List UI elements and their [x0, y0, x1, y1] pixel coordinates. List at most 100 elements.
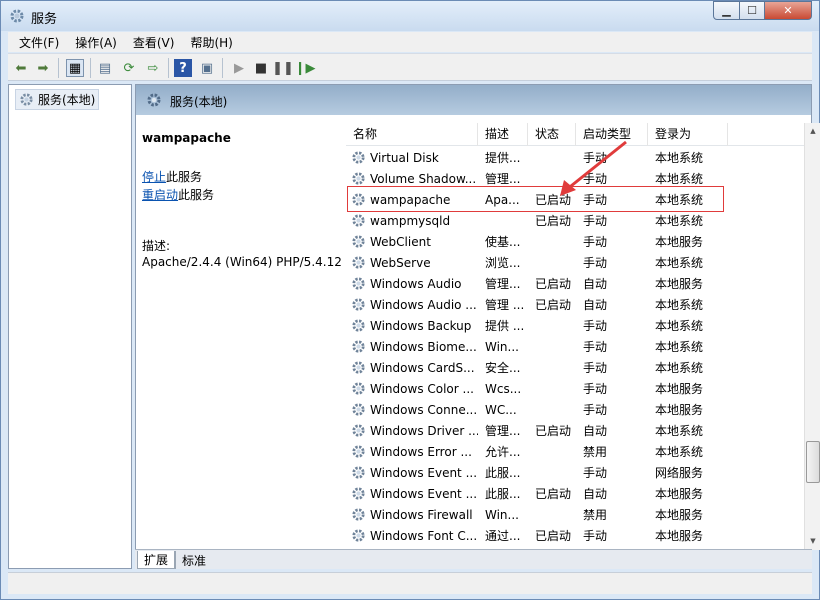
service-desc-cell: WC...	[485, 402, 517, 417]
scroll-thumb[interactable]	[806, 441, 820, 483]
gear-icon	[352, 151, 365, 164]
export-list-icon[interactable]: ⇨	[144, 59, 162, 77]
service-startup-cell: 手动	[583, 361, 608, 375]
table-row[interactable]: Windows Audio 管理... 已启动 自动 本地服务	[346, 273, 804, 294]
service-name-cell: Windows Audio ...	[346, 297, 478, 312]
menu-bar: 文件(F) 操作(A) 查看(V) 帮助(H)	[8, 32, 812, 52]
menu-view[interactable]: 查看(V)	[122, 34, 180, 51]
column-description[interactable]: 描述	[478, 123, 528, 146]
properties-icon[interactable]: ▤	[96, 59, 114, 77]
table-row[interactable]: Windows Font C... 通过... 已启动 手动 本地服务	[346, 525, 804, 546]
table-row[interactable]: WebClient 使基... 手动 本地服务	[346, 231, 804, 252]
menu-action[interactable]: 操作(A)	[64, 34, 122, 51]
console-tree-icon[interactable]: ▦	[66, 59, 84, 77]
title-bar[interactable]: 服务 ▁ ☐ ✕	[1, 1, 819, 31]
table-row[interactable]: WebServe 浏览... 手动 本地系统	[346, 252, 804, 273]
description-label: 描述:	[142, 239, 171, 253]
service-name-cell: Windows Event ...	[346, 486, 478, 501]
back-arrow-icon[interactable]: ⬅	[12, 59, 30, 77]
service-logon-cell: 本地系统	[655, 361, 704, 375]
table-row[interactable]: Windows Conne... WC... 手动 本地服务	[346, 399, 804, 420]
table-row[interactable]: Windows Biome... Win... 手动 本地系统	[346, 336, 804, 357]
action-pane-icon[interactable]: ▣	[198, 59, 216, 77]
gear-icon	[352, 508, 365, 521]
restart-service-icon[interactable]: ❙▶	[295, 59, 316, 77]
service-startup-cell: 手动	[583, 403, 608, 417]
service-logon-cell: 本地服务	[655, 382, 704, 396]
pane-title: 服务(本地)	[170, 95, 228, 109]
gear-icon	[352, 340, 365, 353]
gear-icon	[352, 382, 365, 395]
service-status-cell: 已启动	[535, 529, 572, 543]
service-status-cell: 已启动	[535, 214, 572, 228]
table-row[interactable]: Windows Event ... 此服... 已启动 自动 本地服务	[346, 483, 804, 504]
close-button[interactable]: ✕	[764, 1, 812, 20]
services-gear-icon	[10, 9, 24, 23]
service-desc-cell: 此服...	[485, 487, 521, 501]
restart-service-link[interactable]: 重启动	[142, 188, 178, 202]
gear-icon	[352, 214, 365, 227]
column-logon-as[interactable]: 登录为	[648, 123, 728, 146]
gear-icon	[352, 277, 365, 290]
table-row[interactable]: Windows CardS... 安全... 手动 本地系统	[346, 357, 804, 378]
service-logon-cell: 本地系统	[655, 172, 704, 186]
service-name-cell: Volume Shadow...	[346, 171, 478, 186]
stop-service-icon[interactable]: ■	[252, 59, 270, 77]
menu-help[interactable]: 帮助(H)	[179, 34, 237, 51]
service-startup-cell: 自动	[583, 424, 608, 438]
start-service-icon[interactable]: ▶	[230, 59, 248, 77]
table-row[interactable]: Windows Firewall Win... 禁用 本地服务	[346, 504, 804, 525]
help-icon[interactable]: ?	[174, 59, 192, 77]
service-name-cell: Windows Backup	[346, 318, 478, 333]
service-desc-cell: 此服...	[485, 466, 521, 480]
service-desc-cell: 安全...	[485, 361, 521, 375]
service-status-cell: 已启动	[535, 424, 572, 438]
service-startup-cell: 手动	[583, 529, 608, 543]
service-desc-cell: 提供...	[485, 151, 521, 165]
tree-node-services-local[interactable]: 服务(本地)	[15, 89, 100, 110]
selected-service-name: wampapache	[142, 131, 231, 145]
service-desc-cell: Win...	[485, 339, 519, 354]
gear-icon	[20, 93, 33, 106]
refresh-icon[interactable]: ⟳	[120, 59, 138, 77]
maximize-button[interactable]: ☐	[739, 1, 765, 20]
service-name-cell: Windows Firewall	[346, 507, 478, 522]
services-window: 服务 ▁ ☐ ✕ 文件(F) 操作(A) 查看(V) 帮助(H) ⬅ ➡ ▦ ▤…	[0, 0, 820, 600]
service-logon-cell: 本地系统	[655, 214, 704, 228]
stop-service-line: 停止此服务	[142, 170, 203, 184]
tab-extended[interactable]: 扩展	[137, 551, 176, 569]
service-name-cell: Windows Color ...	[346, 381, 478, 396]
gear-icon	[352, 403, 365, 416]
gear-icon	[352, 466, 365, 479]
scroll-up-icon[interactable]: ▲	[805, 123, 820, 139]
service-startup-cell: 自动	[583, 277, 608, 291]
service-startup-cell: 禁用	[583, 445, 608, 459]
column-name[interactable]: ^ 名称	[346, 123, 478, 146]
service-logon-cell: 本地服务	[655, 487, 704, 501]
service-name-cell: Virtual Disk	[346, 150, 478, 165]
gear-icon	[352, 172, 365, 185]
table-row[interactable]: Windows Backup 提供 ... 手动 本地系统	[346, 315, 804, 336]
pause-service-icon[interactable]: ❚❚	[272, 59, 294, 77]
tab-standard[interactable]: 标准	[175, 551, 212, 569]
restart-service-line: 重启动此服务	[142, 188, 215, 202]
table-row[interactable]: Windows Audio ... 管理 ... 已启动 自动 本地系统	[346, 294, 804, 315]
scroll-down-icon[interactable]: ▼	[805, 533, 820, 549]
forward-arrow-icon[interactable]: ➡	[34, 59, 52, 77]
view-tabs: 扩展 标准	[135, 549, 812, 569]
menu-file[interactable]: 文件(F)	[8, 34, 64, 51]
service-logon-cell: 本地系统	[655, 319, 704, 333]
service-desc-cell: 管理...	[485, 424, 521, 438]
service-name-cell: wampmysqld	[346, 213, 478, 228]
table-row[interactable]: Windows Event ... 此服... 手动 网络服务	[346, 462, 804, 483]
service-logon-cell: 本地系统	[655, 424, 704, 438]
pane-header: 服务(本地)	[136, 85, 811, 115]
table-row[interactable]: wampmysqld 已启动 手动 本地系统	[346, 210, 804, 231]
vertical-scrollbar[interactable]: ▲ ▼	[804, 123, 820, 550]
table-row[interactable]: Windows Driver ... 管理... 已启动 自动 本地系统	[346, 420, 804, 441]
minimize-button[interactable]: ▁	[713, 1, 740, 20]
stop-service-link[interactable]: 停止	[142, 170, 166, 184]
table-row[interactable]: Windows Color ... Wcs... 手动 本地服务	[346, 378, 804, 399]
table-row[interactable]: Windows Error ... 允许... 禁用 本地系统	[346, 441, 804, 462]
service-logon-cell: 本地服务	[655, 235, 704, 249]
